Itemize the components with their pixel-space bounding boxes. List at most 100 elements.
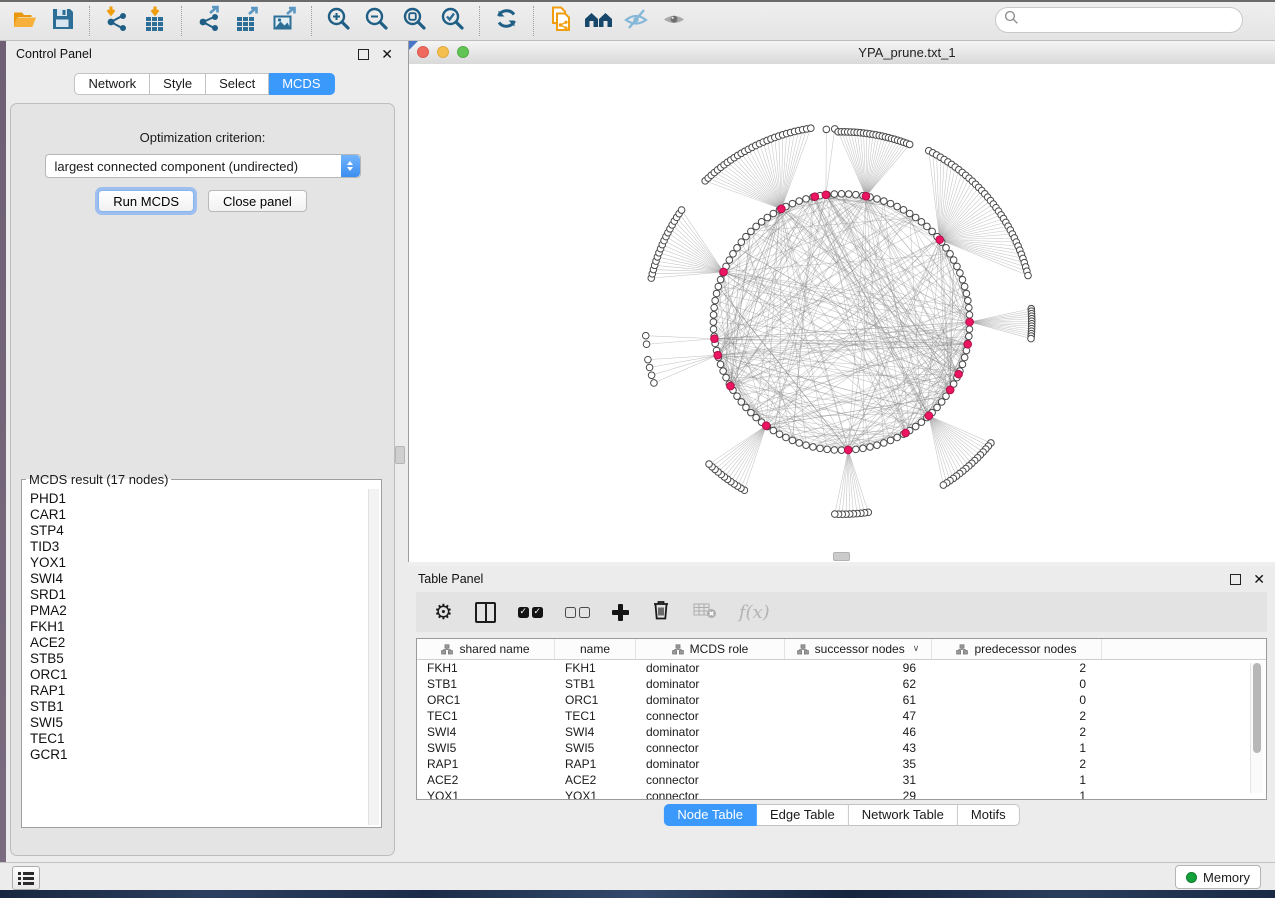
mcds-result-item[interactable]: PHD1 [30,491,368,507]
graph-node[interactable] [817,445,824,452]
zoom-selected-button[interactable] [434,5,472,37]
export-image-button[interactable] [266,5,304,37]
mcds-result-item[interactable]: SRD1 [30,587,368,603]
graph-node[interactable] [831,191,838,198]
graph-node[interactable] [734,393,741,400]
table-row[interactable]: YOX1YOX1connector291 [417,788,1266,800]
graph-node[interactable] [845,191,852,198]
graph-node[interactable] [965,297,972,304]
table-row[interactable]: ACE2ACE2connector311 [417,772,1266,788]
graph-node[interactable] [1028,335,1035,342]
graph-node[interactable] [796,440,803,447]
table-cell[interactable]: dominator [636,661,785,675]
graph-mcds-node[interactable] [720,268,728,276]
graph-node[interactable] [823,126,830,133]
graph-node[interactable] [838,191,845,198]
graph-node[interactable] [651,380,658,387]
table-cell[interactable]: 31 [785,773,932,787]
graph-node[interactable] [710,326,717,333]
mcds-result-item[interactable]: SWI5 [30,715,368,731]
graph-node[interactable] [730,251,737,258]
mcds-result-item[interactable]: CAR1 [30,507,368,523]
memory-button[interactable]: Memory [1175,865,1261,889]
graph-node[interactable] [831,447,838,454]
table-scrollbar-thumb[interactable] [1253,663,1261,753]
graph-node[interactable] [770,427,777,434]
graph-node[interactable] [867,444,874,451]
graph-node[interactable] [738,239,745,246]
table-row[interactable]: ORC1ORC1dominator610 [417,692,1266,708]
graph-node[interactable] [743,404,750,411]
table-cell[interactable]: 96 [785,661,932,675]
table-cell[interactable]: 43 [785,741,932,755]
graph-node[interactable] [894,434,901,441]
mcds-result-item[interactable]: GCR1 [30,747,368,763]
column-header[interactable]: predecessor nodes [932,639,1102,659]
save-session-button[interactable] [44,5,82,37]
table-cell[interactable]: 61 [785,693,932,707]
graph-node[interactable] [743,233,750,240]
graph-node[interactable] [646,364,653,371]
graph-node[interactable] [874,196,881,203]
network-graph[interactable] [409,64,1275,562]
export-table-button[interactable] [228,5,266,37]
close-panel-icon[interactable]: ✕ [381,49,393,59]
graph-node[interactable] [789,200,796,207]
graph-node[interactable] [678,207,685,214]
graph-mcds-node[interactable] [778,205,786,213]
node-table-body[interactable]: FKH1FKH1dominator962STB1STB1dominator620… [417,660,1266,800]
graph-node[interactable] [720,368,727,375]
graph-mcds-node[interactable] [727,382,735,390]
close-panel-button[interactable]: Close panel [208,190,307,212]
graph-node[interactable] [934,404,941,411]
graph-node[interactable] [853,446,860,453]
tab-motifs[interactable]: Motifs [958,804,1020,826]
graph-node[interactable] [712,297,719,304]
table-cell[interactable]: 2 [932,661,1102,675]
close-window-icon[interactable] [417,46,429,58]
graph-node[interactable] [831,511,838,518]
graph-node[interactable] [906,210,913,217]
zoom-fit-button[interactable] [396,5,434,37]
table-cell[interactable]: SWI4 [555,725,636,739]
graph-node[interactable] [943,245,950,252]
graph-node[interactable] [706,461,713,468]
graph-node[interactable] [966,304,973,311]
graph-node[interactable] [753,223,760,230]
graph-node[interactable] [954,263,961,270]
float-panel-icon[interactable] [1230,574,1241,585]
graph-mcds-node[interactable] [946,386,954,394]
tab-node-table[interactable]: Node Table [663,804,757,826]
graph-node[interactable] [807,125,814,132]
add-column-icon[interactable] [612,604,629,621]
tab-edge-table[interactable]: Edge Table [757,804,849,826]
mcds-result-item[interactable]: STB1 [30,699,368,715]
graph-node[interactable] [723,374,730,381]
column-header[interactable]: MCDS role [636,639,785,659]
mcds-result-item[interactable]: STP4 [30,523,368,539]
table-cell[interactable]: dominator [636,757,785,771]
network-canvas[interactable] [409,64,1275,562]
run-mcds-button[interactable]: Run MCDS [98,190,194,212]
graph-node[interactable] [912,214,919,221]
column-header[interactable]: shared name [417,639,555,659]
table-cell[interactable]: connector [636,709,785,723]
graph-node[interactable] [717,361,724,368]
graph-node[interactable] [966,326,973,333]
search-input[interactable] [1025,12,1242,29]
table-cell[interactable]: TEC1 [417,709,555,723]
graph-node[interactable] [748,228,755,235]
graph-node[interactable] [961,283,968,290]
table-cell[interactable]: RAP1 [555,757,636,771]
graph-mcds-node[interactable] [862,192,870,200]
graph-node[interactable] [711,304,718,311]
graph-node[interactable] [894,203,901,210]
first-neighbors-button[interactable] [580,5,618,37]
graph-node[interactable] [717,276,724,283]
table-cell[interactable]: 1 [932,789,1102,800]
table-row[interactable]: RAP1RAP1dominator352 [417,756,1266,772]
search-box[interactable] [995,7,1243,33]
graph-node[interactable] [947,251,954,258]
table-cell[interactable]: STB1 [555,677,636,691]
table-cell[interactable]: 62 [785,677,932,691]
